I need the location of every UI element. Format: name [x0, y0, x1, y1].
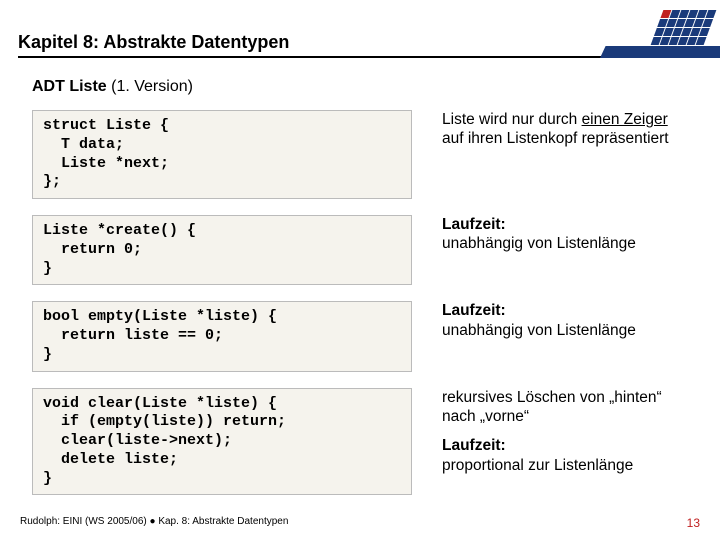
code-block: struct Liste { T data; Liste *next; };: [32, 110, 412, 199]
subtitle-prefix: ADT Liste: [32, 78, 111, 95]
code-block: bool empty(Liste *liste) { return liste …: [32, 301, 412, 371]
code-description: rekursives Löschen von „hinten“ nach „vo…: [412, 388, 692, 476]
content-row: Liste *create() { return 0; } Laufzeit:u…: [32, 215, 692, 285]
code-description: Liste wird nur durch einen Zeiger auf ih…: [412, 110, 692, 149]
code-block: Liste *create() { return 0; }: [32, 215, 412, 285]
logo-grid-icon: [651, 10, 717, 45]
logo: [600, 0, 720, 58]
content-row: struct Liste { T data; Liste *next; }; L…: [32, 110, 692, 199]
code-description: Laufzeit:unabhängig von Listenlänge: [412, 215, 692, 254]
slide-subtitle: ADT Liste (1. Version): [32, 78, 193, 96]
code-block: void clear(Liste *liste) { if (empty(lis…: [32, 388, 412, 496]
logo-stripe-icon: [600, 46, 720, 58]
slide-footer: Rudolph: EINI (WS 2005/06) ● Kap. 8: Abs…: [20, 516, 700, 530]
content-area: struct Liste { T data; Liste *next; }; L…: [32, 110, 692, 511]
content-row: bool empty(Liste *liste) { return liste …: [32, 301, 692, 371]
code-description: Laufzeit:unabhängig von Listenlänge: [412, 301, 692, 340]
chapter-title: Kapitel 8: Abstrakte Datentypen: [18, 32, 289, 53]
slide-header: Kapitel 8: Abstrakte Datentypen: [0, 0, 720, 72]
content-row: void clear(Liste *liste) { if (empty(lis…: [32, 388, 692, 496]
subtitle-suffix: (1. Version): [111, 78, 193, 95]
page-number: 13: [687, 516, 700, 530]
footer-text: Rudolph: EINI (WS 2005/06) ● Kap. 8: Abs…: [20, 516, 288, 530]
